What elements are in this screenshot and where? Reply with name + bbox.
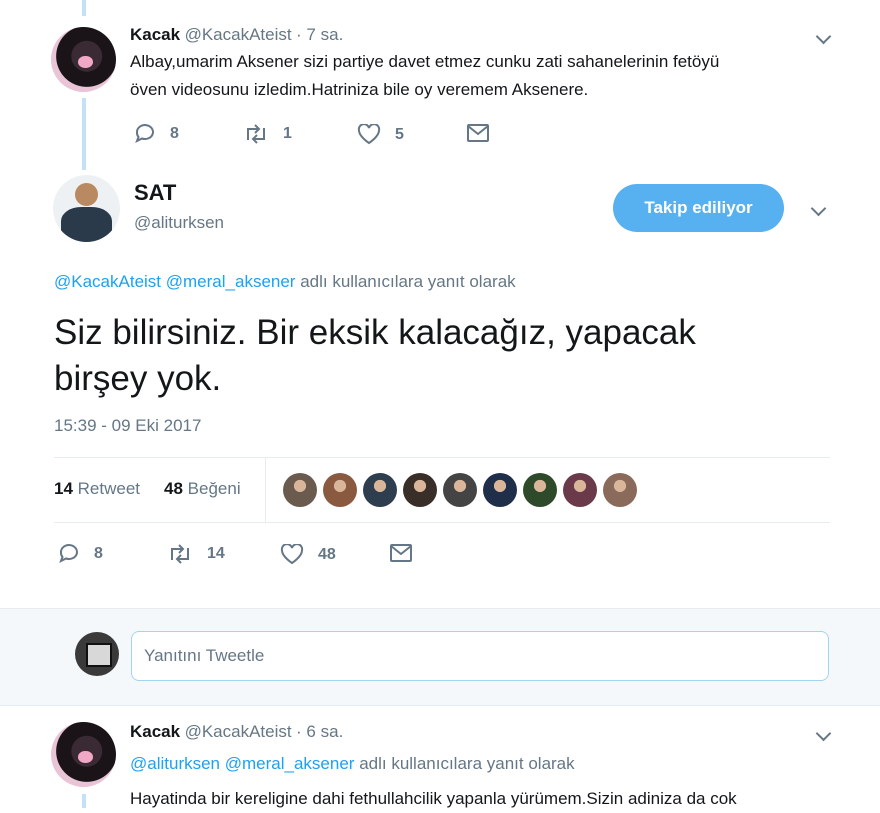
reply-count: 8	[170, 125, 179, 142]
chevron-down-icon[interactable]	[810, 200, 827, 217]
tweet-timestamp[interactable]: 15:39 - 09 Eki 2017	[54, 416, 201, 436]
author-name[interactable]: Kacak	[130, 25, 180, 44]
heart-icon	[280, 544, 304, 565]
mention-link[interactable]: @meral_aksener	[225, 754, 355, 773]
liker-avatar[interactable]	[443, 473, 477, 507]
tweet-text: Albay,umarim Aksener sizi partiye davet …	[130, 48, 850, 104]
retweet-icon	[247, 124, 265, 144]
like-stats[interactable]: 48 Beğeni	[164, 479, 241, 499]
thread-line-bottom	[82, 794, 86, 808]
liker-avatar[interactable]	[363, 473, 397, 507]
mention-link[interactable]: @aliturksen	[130, 754, 220, 773]
liker-avatar[interactable]	[483, 473, 517, 507]
direct-message-button[interactable]	[467, 124, 503, 142]
reply-button[interactable]: 8	[134, 124, 179, 144]
like-count: 48	[318, 545, 336, 563]
tweet-text: Siz bilirsiniz. Bir eksik kalacağız, yap…	[54, 310, 696, 402]
direct-message-button[interactable]	[390, 544, 426, 562]
reply-count: 8	[94, 545, 103, 562]
tweet-text-line: Siz bilirsiniz. Bir eksik kalacağız, yap…	[54, 313, 696, 352]
mention-link[interactable]: @meral_aksener	[166, 272, 296, 291]
liker-avatar[interactable]	[603, 473, 637, 507]
avatar[interactable]	[51, 27, 116, 92]
liker-avatar[interactable]	[403, 473, 437, 507]
retweet-count: 1	[283, 125, 292, 142]
stats-divider	[265, 458, 266, 522]
reply1-header: Kacak @KacakAteist · 7 sa.	[130, 25, 343, 45]
tweet-text-line: Albay,umarim Aksener sizi partiye davet …	[130, 52, 720, 71]
avatar[interactable]	[53, 175, 120, 242]
retweet-icon	[171, 544, 189, 564]
divider	[54, 522, 830, 523]
tweet-text-line: Hayatinda bir kereligine dahi fethullahc…	[130, 789, 737, 808]
envelope-icon	[467, 124, 489, 142]
liker-avatar[interactable]	[323, 473, 357, 507]
reply-button[interactable]: 8	[58, 544, 103, 564]
tweet-time[interactable]: · 7 sa.	[296, 25, 343, 44]
thread-line-middle	[82, 98, 86, 170]
tweet-text-line: birşey yok.	[54, 359, 222, 398]
author-handle[interactable]: @KacakAteist	[185, 722, 292, 741]
avatar[interactable]	[75, 632, 119, 676]
avatar[interactable]	[51, 722, 116, 787]
like-button[interactable]: 48	[280, 544, 336, 565]
like-total: 48	[164, 479, 183, 498]
like-label: Beğeni	[187, 479, 241, 498]
author-name[interactable]: Kacak	[130, 722, 180, 741]
mention-link[interactable]: @KacakAteist	[54, 272, 161, 291]
reply2-header: Kacak @KacakAteist · 6 sa.	[130, 722, 343, 742]
chevron-down-icon[interactable]	[815, 725, 832, 742]
like-button[interactable]: 5	[357, 124, 404, 145]
heart-icon	[357, 124, 381, 145]
reply-context: @KacakAteist @meral_aksener adlı kullanı…	[54, 272, 516, 292]
liker-avatar[interactable]	[523, 473, 557, 507]
retweet-button[interactable]: 14	[167, 544, 225, 564]
retweet-button[interactable]: 1	[243, 124, 292, 144]
liker-avatar[interactable]	[283, 473, 317, 507]
reply-input[interactable]	[131, 631, 829, 681]
following-button[interactable]: Takip ediliyor	[613, 184, 784, 232]
reply-context: @aliturksen @meral_aksener adlı kullanıc…	[130, 754, 575, 774]
author-handle[interactable]: @aliturksen	[134, 213, 224, 233]
tweet-time[interactable]: · 6 sa.	[296, 722, 343, 741]
reply-context-label: adlı kullanıcılara yanıt olarak	[300, 272, 516, 291]
reply-icon	[135, 124, 154, 144]
envelope-icon	[390, 544, 412, 562]
retweet-stats[interactable]: 14 Retweet	[54, 479, 140, 499]
chevron-down-icon[interactable]	[815, 28, 832, 45]
liker-avatar[interactable]	[563, 473, 597, 507]
tweet-text-line: öven videosunu izledim.Hatriniza bile oy…	[130, 80, 589, 99]
author-handle[interactable]: @KacakAteist	[185, 25, 292, 44]
divider	[54, 457, 830, 458]
thread-line-top	[82, 0, 86, 16]
like-count: 5	[395, 125, 404, 143]
retweet-count: 14	[207, 545, 225, 562]
reply-context-label: adlı kullanıcılara yanıt olarak	[359, 754, 575, 773]
retweet-total: 14	[54, 479, 73, 498]
reply-icon	[59, 544, 78, 564]
author-name[interactable]: SAT	[134, 180, 176, 206]
retweet-label: Retweet	[77, 479, 141, 498]
